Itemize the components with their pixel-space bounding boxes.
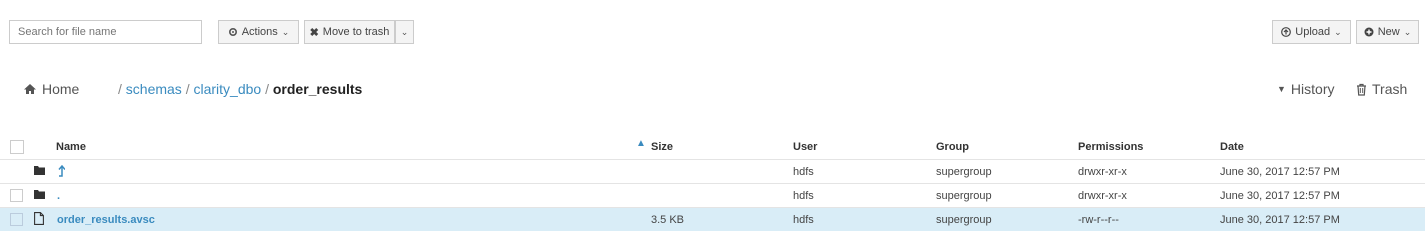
column-user[interactable]: User xyxy=(793,141,817,158)
file-user: hdfs xyxy=(793,166,814,178)
actions-button[interactable]: Actions ⌄ xyxy=(218,20,299,44)
table-row[interactable]: order_results.avsc 3.5 KB hdfs supergrou… xyxy=(0,207,1425,231)
breadcrumb-item-clarity-dbo[interactable]: clarity_dbo xyxy=(193,81,261,97)
caret-down-icon: ▼ xyxy=(1277,84,1286,94)
new-button[interactable]: New ⌄ xyxy=(1356,20,1419,44)
file-date: June 30, 2017 12:57 PM xyxy=(1220,166,1340,178)
trash-options-dropdown[interactable]: ⌄ xyxy=(395,20,414,44)
move-to-trash-label: Move to trash xyxy=(322,26,390,38)
file-date: June 30, 2017 12:57 PM xyxy=(1220,190,1340,202)
breadcrumb: / schemas / clarity_dbo / order_results xyxy=(118,81,362,97)
column-group[interactable]: Group xyxy=(936,141,969,158)
file-permissions: drwxr-xr-x xyxy=(1078,166,1127,178)
history-label: History xyxy=(1290,81,1335,97)
new-label: New xyxy=(1377,26,1400,38)
gear-icon xyxy=(228,27,237,37)
actions-label: Actions xyxy=(241,26,278,38)
sort-asc-icon: ▲ xyxy=(636,138,646,149)
select-all-checkbox[interactable] xyxy=(10,140,24,154)
breadcrumb-item-schemas[interactable]: schemas xyxy=(126,81,182,97)
table-row[interactable]: . hdfs supergroup drwxr-xr-x June 30, 20… xyxy=(0,183,1425,207)
column-size[interactable]: Size xyxy=(651,141,673,158)
file-group: supergroup xyxy=(936,214,992,226)
file-name[interactable]: order_results.avsc xyxy=(57,214,155,226)
folder-icon xyxy=(34,190,45,199)
file-user: hdfs xyxy=(793,214,814,226)
level-up-icon[interactable] xyxy=(57,165,65,177)
file-permissions: drwxr-xr-x xyxy=(1078,190,1127,202)
chevron-down-icon: ⌄ xyxy=(400,26,409,37)
trash-link[interactable]: Trash xyxy=(1356,81,1407,97)
chevron-down-icon: ⌄ xyxy=(1403,26,1412,37)
file-group: supergroup xyxy=(936,166,992,178)
file-user: hdfs xyxy=(793,190,814,202)
table-row[interactable]: hdfs supergroup drwxr-xr-x June 30, 2017… xyxy=(0,159,1425,183)
upload-label: Upload xyxy=(1295,26,1331,38)
upload-button[interactable]: Upload ⌄ xyxy=(1272,20,1351,44)
table-header: Name ▲ Size User Group Permissions Date xyxy=(0,138,1425,159)
breadcrumb-item-current: order_results xyxy=(272,81,363,97)
row-checkbox[interactable] xyxy=(10,189,23,202)
trash-icon xyxy=(1357,83,1366,96)
times-icon: ✖ xyxy=(309,26,319,39)
file-group: supergroup xyxy=(936,190,992,202)
breadcrumb-separator: / xyxy=(265,81,269,97)
move-to-trash-button[interactable]: ✖ Move to trash xyxy=(304,20,395,44)
column-permissions[interactable]: Permissions xyxy=(1078,141,1143,158)
file-size: 3.5 KB xyxy=(651,214,685,226)
row-checkbox[interactable] xyxy=(10,213,23,226)
file-permissions: -rw-r--r-- xyxy=(1078,214,1119,226)
breadcrumb-home-label: Home xyxy=(42,81,80,97)
plus-circle-icon xyxy=(1364,27,1374,37)
breadcrumb-home[interactable]: Home xyxy=(23,81,79,97)
file-date: June 30, 2017 12:57 PM xyxy=(1220,214,1340,226)
history-link[interactable]: ▼ History xyxy=(1277,81,1334,97)
breadcrumb-separator: / xyxy=(118,81,122,97)
home-icon xyxy=(24,84,36,94)
trash-label: Trash xyxy=(1372,81,1408,97)
chevron-down-icon: ⌄ xyxy=(281,26,290,37)
file-name[interactable]: . xyxy=(57,190,60,202)
column-name[interactable]: Name xyxy=(56,141,86,158)
file-icon xyxy=(34,212,44,225)
column-date[interactable]: Date xyxy=(1220,141,1244,158)
chevron-down-icon: ⌄ xyxy=(1334,26,1342,37)
search-input[interactable] xyxy=(9,20,202,44)
breadcrumb-separator: / xyxy=(185,81,190,97)
upload-icon xyxy=(1281,27,1292,37)
folder-icon xyxy=(34,166,45,175)
